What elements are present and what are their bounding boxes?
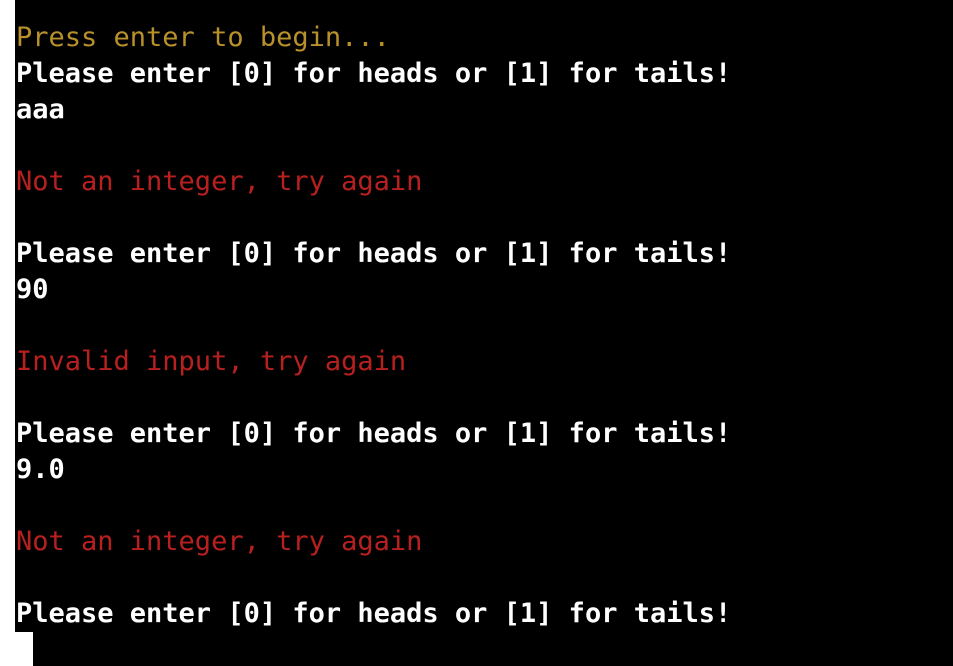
console-screen[interactable]: Press enter to begin... Please enter [0] … — [15, 0, 953, 666]
console-line: 9.0 — [16, 454, 65, 485]
console-line: Please enter [0] for heads or [1] for ta… — [16, 418, 732, 449]
console-line: Please enter [0] for heads or [1] for ta… — [16, 58, 732, 89]
console-line: Not an integer, try again — [16, 166, 423, 197]
terminal-window[interactable]: Press enter to begin... Please enter [0] … — [0, 0, 953, 666]
window-left-margin — [0, 0, 15, 666]
console-line: Invalid input, try again — [16, 346, 407, 377]
console-line: Not an integer, try again — [16, 526, 423, 557]
console-line: Please enter [0] for heads or [1] for ta… — [16, 238, 732, 269]
console-line: 90 — [16, 274, 49, 305]
console-line: aaa — [16, 94, 65, 125]
console-line: Please enter [0] for heads or [1] for ta… — [16, 598, 732, 629]
console-line: Press enter to begin... — [16, 22, 390, 53]
console-output: Press enter to begin... Please enter [0] … — [16, 20, 952, 632]
text-cursor — [15, 632, 33, 666]
